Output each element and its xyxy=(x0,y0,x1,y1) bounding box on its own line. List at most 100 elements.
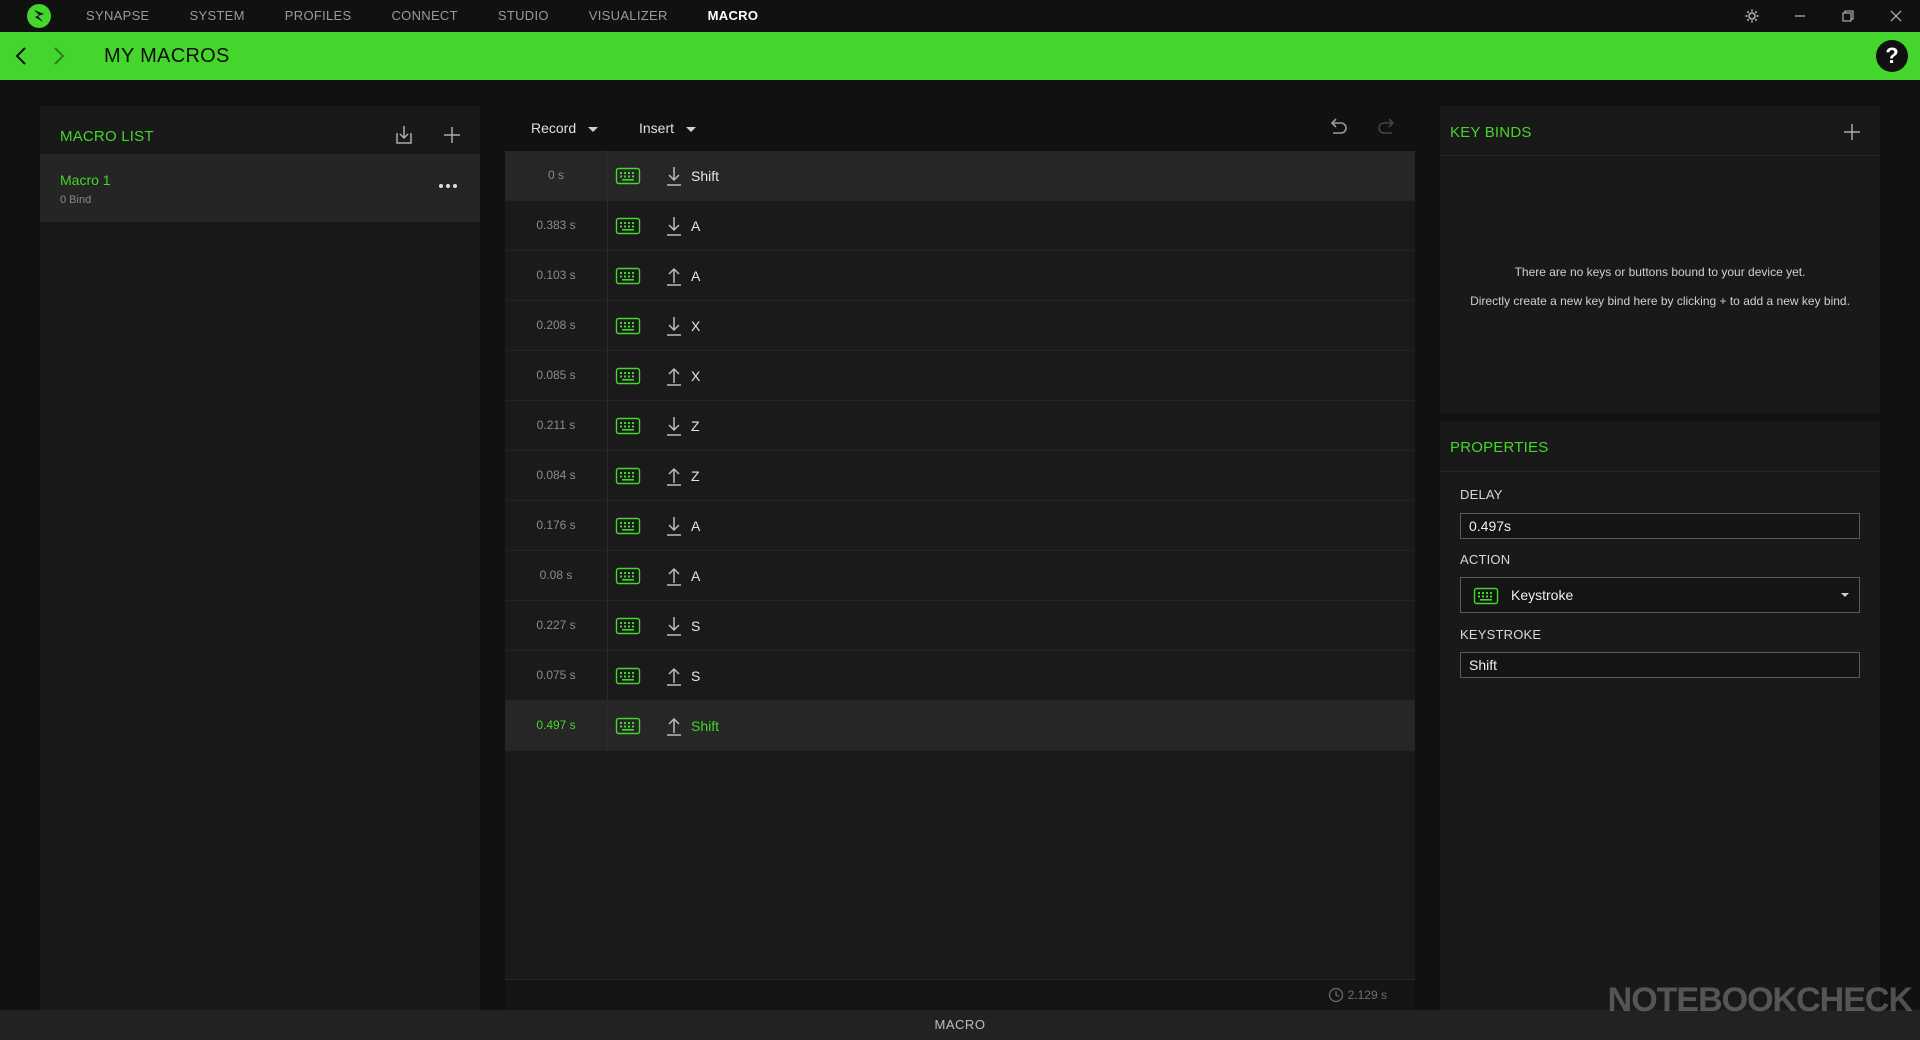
keyboard-icon xyxy=(615,366,641,386)
macro-step-row[interactable]: 0.085 s X xyxy=(505,351,1415,401)
step-delay: 0.227 s xyxy=(505,601,608,651)
action-select[interactable]: Keystroke xyxy=(1460,577,1860,613)
undo-icon[interactable] xyxy=(1324,114,1352,142)
macro-step-row[interactable]: 0.075 s S xyxy=(505,651,1415,701)
forward-arrow-icon[interactable] xyxy=(46,44,70,68)
step-key: A xyxy=(691,568,701,584)
macro-step-row[interactable]: 0.497 s Shift xyxy=(505,701,1415,751)
help-button[interactable]: ? xyxy=(1876,40,1908,72)
minimize-icon[interactable] xyxy=(1776,0,1824,32)
key-binds-title: KEY BINDS xyxy=(1450,124,1532,141)
more-options-icon[interactable] xyxy=(436,176,460,196)
add-key-bind-icon[interactable] xyxy=(1838,118,1866,146)
macro-list-item[interactable]: Macro 1 0 Bind xyxy=(40,154,480,222)
keyboard-icon xyxy=(615,616,641,636)
key-up-arrow-icon xyxy=(665,715,683,737)
delay-label: DELAY xyxy=(1460,487,1503,502)
key-down-arrow-icon xyxy=(665,515,683,537)
step-delay: 0.084 s xyxy=(505,451,608,501)
total-duration-value: 2.129 s xyxy=(1347,988,1387,1002)
add-macro-icon[interactable] xyxy=(438,121,466,149)
step-delay: 0.08 s xyxy=(505,551,608,601)
macro-step-row[interactable]: 0.227 s S xyxy=(505,601,1415,651)
key-down-arrow-icon xyxy=(665,315,683,337)
step-delay: 0.497 s xyxy=(505,701,608,751)
macro-step-row[interactable]: 0 s Shift xyxy=(505,151,1415,201)
macro-name: Macro 1 xyxy=(60,172,111,188)
record-dropdown[interactable]: Record xyxy=(531,106,599,151)
notebookcheck-watermark: NOTEBOOKCHECK xyxy=(1607,981,1913,1019)
key-down-arrow-icon xyxy=(665,165,683,187)
nav-tab-synapse[interactable]: SYNAPSE xyxy=(86,0,150,32)
step-delay: 0.176 s xyxy=(505,501,608,551)
page-title: MY MACROS xyxy=(104,45,230,67)
macro-step-row[interactable]: 0.383 s A xyxy=(505,201,1415,251)
macro-step-row[interactable]: 0.084 s Z xyxy=(505,451,1415,501)
step-key: Z xyxy=(691,418,700,434)
nav-tab-visualizer[interactable]: VISUALIZER xyxy=(589,0,668,32)
key-binds-empty-message: There are no keys or buttons bound to yo… xyxy=(1514,265,1806,279)
keyboard-icon xyxy=(615,516,641,536)
nav-tab-system[interactable]: SYSTEM xyxy=(190,0,245,32)
insert-dropdown[interactable]: Insert xyxy=(639,106,697,151)
keyboard-icon xyxy=(615,166,641,186)
macro-list-title: MACRO LIST xyxy=(60,128,154,145)
settings-gear-icon[interactable] xyxy=(1728,0,1776,32)
step-key: Shift xyxy=(691,718,720,734)
step-key: S xyxy=(691,618,701,634)
key-up-arrow-icon xyxy=(665,465,683,487)
macro-step-row[interactable]: 0.08 s A xyxy=(505,551,1415,601)
step-key: X xyxy=(691,368,701,384)
macro-editor-panel: Record Insert 0 s Shift 0.383 s A 0.103 s A 0.… xyxy=(505,106,1415,1010)
step-delay: 0.085 s xyxy=(505,351,608,401)
total-duration: 2.129 s xyxy=(1328,980,1387,1010)
key-binds-empty-hint: Directly create a new key bind here by c… xyxy=(1470,294,1850,308)
key-down-arrow-icon xyxy=(665,215,683,237)
key-down-arrow-icon xyxy=(665,415,683,437)
step-key: A xyxy=(691,518,701,534)
macro-sequence-list: 0 s Shift 0.383 s A 0.103 s A 0.208 s X 0.085 s X… xyxy=(505,151,1415,751)
divider xyxy=(1440,471,1880,472)
step-key: X xyxy=(691,318,701,334)
action-value: Keystroke xyxy=(1511,587,1574,603)
nav-tab-connect[interactable]: CONNECT xyxy=(391,0,457,32)
restore-icon[interactable] xyxy=(1824,0,1872,32)
macro-step-row[interactable]: 0.211 s Z xyxy=(505,401,1415,451)
step-delay: 0 s xyxy=(505,151,608,201)
clock-icon xyxy=(1328,987,1343,1003)
chevron-down-icon xyxy=(1841,593,1849,597)
step-delay: 0.211 s xyxy=(505,401,608,451)
key-up-arrow-icon xyxy=(665,665,683,687)
macro-bind-count: 0 Bind xyxy=(60,194,92,206)
key-binds-panel: KEY BINDS There are no keys or buttons b… xyxy=(1440,106,1880,413)
nav-tab-profiles[interactable]: PROFILES xyxy=(285,0,352,32)
keyboard-icon xyxy=(615,266,641,286)
chevron-down-icon xyxy=(588,126,599,132)
nav-tab-macro[interactable]: MACRO xyxy=(708,0,759,32)
nav-tab-studio[interactable]: STUDIO xyxy=(498,0,549,32)
properties-title: PROPERTIES xyxy=(1450,439,1549,456)
step-key: Shift xyxy=(691,168,720,184)
back-arrow-icon[interactable] xyxy=(10,44,34,68)
macro-step-row[interactable]: 0.208 s X xyxy=(505,301,1415,351)
chevron-down-icon xyxy=(686,126,697,132)
keystroke-input[interactable]: Shift xyxy=(1460,652,1860,678)
macro-step-row[interactable]: 0.176 s A xyxy=(505,501,1415,551)
editor-toolbar: Record Insert xyxy=(505,106,1415,151)
step-key: S xyxy=(691,668,701,684)
key-down-arrow-icon xyxy=(665,615,683,637)
close-icon[interactable] xyxy=(1872,0,1920,32)
macro-list-panel: MACRO LIST Macro 1 0 Bind xyxy=(40,106,480,1010)
divider xyxy=(1440,155,1880,156)
delay-input[interactable]: 0.497s xyxy=(1460,513,1860,539)
razer-logo-icon xyxy=(27,4,51,28)
key-up-arrow-icon xyxy=(665,265,683,287)
redo-icon[interactable] xyxy=(1373,114,1401,142)
key-up-arrow-icon xyxy=(665,365,683,387)
insert-label: Insert xyxy=(639,120,675,136)
macro-step-row[interactable]: 0.103 s A xyxy=(505,251,1415,301)
step-key: Z xyxy=(691,468,700,484)
import-macro-icon[interactable] xyxy=(390,121,418,149)
keyboard-icon xyxy=(615,416,641,436)
window-controls xyxy=(1728,0,1920,32)
